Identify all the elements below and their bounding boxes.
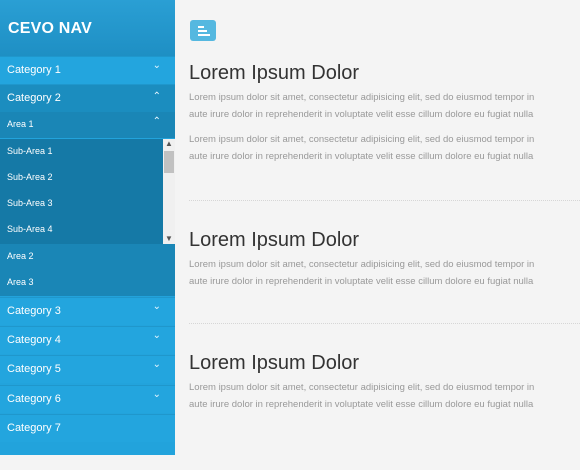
scrollbar-thumb[interactable] <box>164 151 174 173</box>
paragraph-line: aute irure dolor in reprehenderit in vol… <box>189 108 534 120</box>
content-section: Lorem Ipsum Dolor Lorem ipsum dolor sit … <box>189 62 580 165</box>
chevron-up-icon: ⌃ <box>152 91 161 102</box>
sidebar-item-category-3[interactable]: Category 3 ⌄ <box>0 297 175 325</box>
sidebar-item-category-7[interactable]: Category 7 <box>0 414 175 442</box>
paragraph-line: Lorem ipsum dolor sit amet, consectetur … <box>189 92 535 103</box>
section-title: Lorem Ipsum Dolor <box>189 352 360 374</box>
sidebar-item-area-1[interactable]: Area 1 ⌃ <box>0 112 175 138</box>
sidebar: CEVO NAV Category 1 ⌄ Category 2 ⌃ Area … <box>0 0 175 455</box>
sidebar-item-category-2[interactable]: Category 2 ⌃ <box>0 84 175 112</box>
sidebar-item-category-1[interactable]: Category 1 ⌄ <box>0 56 175 84</box>
sidebar-item-label: Category 6 <box>7 393 61 405</box>
paragraph-line: aute irure dolor in reprehenderit in vol… <box>189 150 534 162</box>
chevron-up-icon: ⌃ <box>152 116 161 127</box>
chevron-down-icon: ⌄ <box>152 60 161 71</box>
chevron-down-icon: ⌄ <box>152 389 161 400</box>
sidebar-item-label: Category 3 <box>7 305 61 317</box>
section-title: Lorem Ipsum Dolor <box>189 62 360 84</box>
section-paragraph: Lorem ipsum dolor sit amet, consectetur … <box>189 90 580 123</box>
sidebar-item-subarea-1[interactable]: Sub-Area 1 <box>0 139 163 165</box>
sidebar-item-label: Area 1 <box>7 119 34 129</box>
brand-title: CEVO NAV <box>0 0 175 56</box>
sidebar-item-label: Area 3 <box>7 277 34 287</box>
paragraph-line: aute irure dolor in reprehenderit in vol… <box>189 275 534 287</box>
paragraph-line: Lorem ipsum dolor sit amet, consectetur … <box>189 259 535 270</box>
section-title: Lorem Ipsum Dolor <box>189 229 360 251</box>
sidebar-item-category-6[interactable]: Category 6 ⌄ <box>0 385 175 413</box>
section-paragraph: Lorem ipsum dolor sit amet, consectetur … <box>189 380 580 413</box>
sidebar-item-subarea-3[interactable]: Sub-Area 3 <box>0 191 163 217</box>
chevron-down-icon: ⌄ <box>152 330 161 341</box>
content-section: Lorem Ipsum Dolor Lorem ipsum dolor sit … <box>189 229 580 290</box>
sidebar-item-subarea-4[interactable]: Sub-Area 4 <box>0 217 163 243</box>
sidebar-item-category-5[interactable]: Category 5 ⌄ <box>0 355 175 383</box>
main-content: Lorem Ipsum Dolor Lorem ipsum dolor sit … <box>189 0 580 470</box>
sidebar-item-area-3[interactable]: Area 3 <box>0 270 175 296</box>
scroll-up-arrow-icon[interactable]: ▲ <box>163 139 175 149</box>
sidebar-item-label: Category 2 <box>7 92 61 104</box>
section-divider <box>189 323 580 324</box>
sidebar-item-label: Category 5 <box>7 363 61 375</box>
subarea-scrollbar[interactable]: ▲ ▼ <box>163 139 175 244</box>
paragraph-line: Lorem ipsum dolor sit amet, consectetur … <box>189 382 535 393</box>
chevron-down-icon: ⌄ <box>152 359 161 370</box>
sidebar-item-area-2[interactable]: Area 2 <box>0 244 175 270</box>
chevron-down-icon: ⌄ <box>152 301 161 312</box>
sidebar-item-category-4[interactable]: Category 4 ⌄ <box>0 326 175 354</box>
section-divider <box>189 200 580 201</box>
content-section: Lorem Ipsum Dolor Lorem ipsum dolor sit … <box>189 352 580 413</box>
subarea-list: Sub-Area 1 Sub-Area 2 Sub-Area 3 Sub-Are… <box>0 139 175 244</box>
paragraph-line: aute irure dolor in reprehenderit in vol… <box>189 398 534 410</box>
paragraph-line: Lorem ipsum dolor sit amet, consectetur … <box>189 134 535 145</box>
sidebar-item-label: Category 7 <box>7 422 61 434</box>
sidebar-item-subarea-2[interactable]: Sub-Area 2 <box>0 165 163 191</box>
section-paragraph: Lorem ipsum dolor sit amet, consectetur … <box>189 257 580 290</box>
sidebar-item-label: Category 1 <box>7 64 61 76</box>
sidebar-item-label: Area 2 <box>7 251 34 261</box>
section-paragraph: Lorem ipsum dolor sit amet, consectetur … <box>189 132 580 165</box>
scroll-down-arrow-icon[interactable]: ▼ <box>163 234 175 244</box>
sidebar-item-label: Category 4 <box>7 334 61 346</box>
